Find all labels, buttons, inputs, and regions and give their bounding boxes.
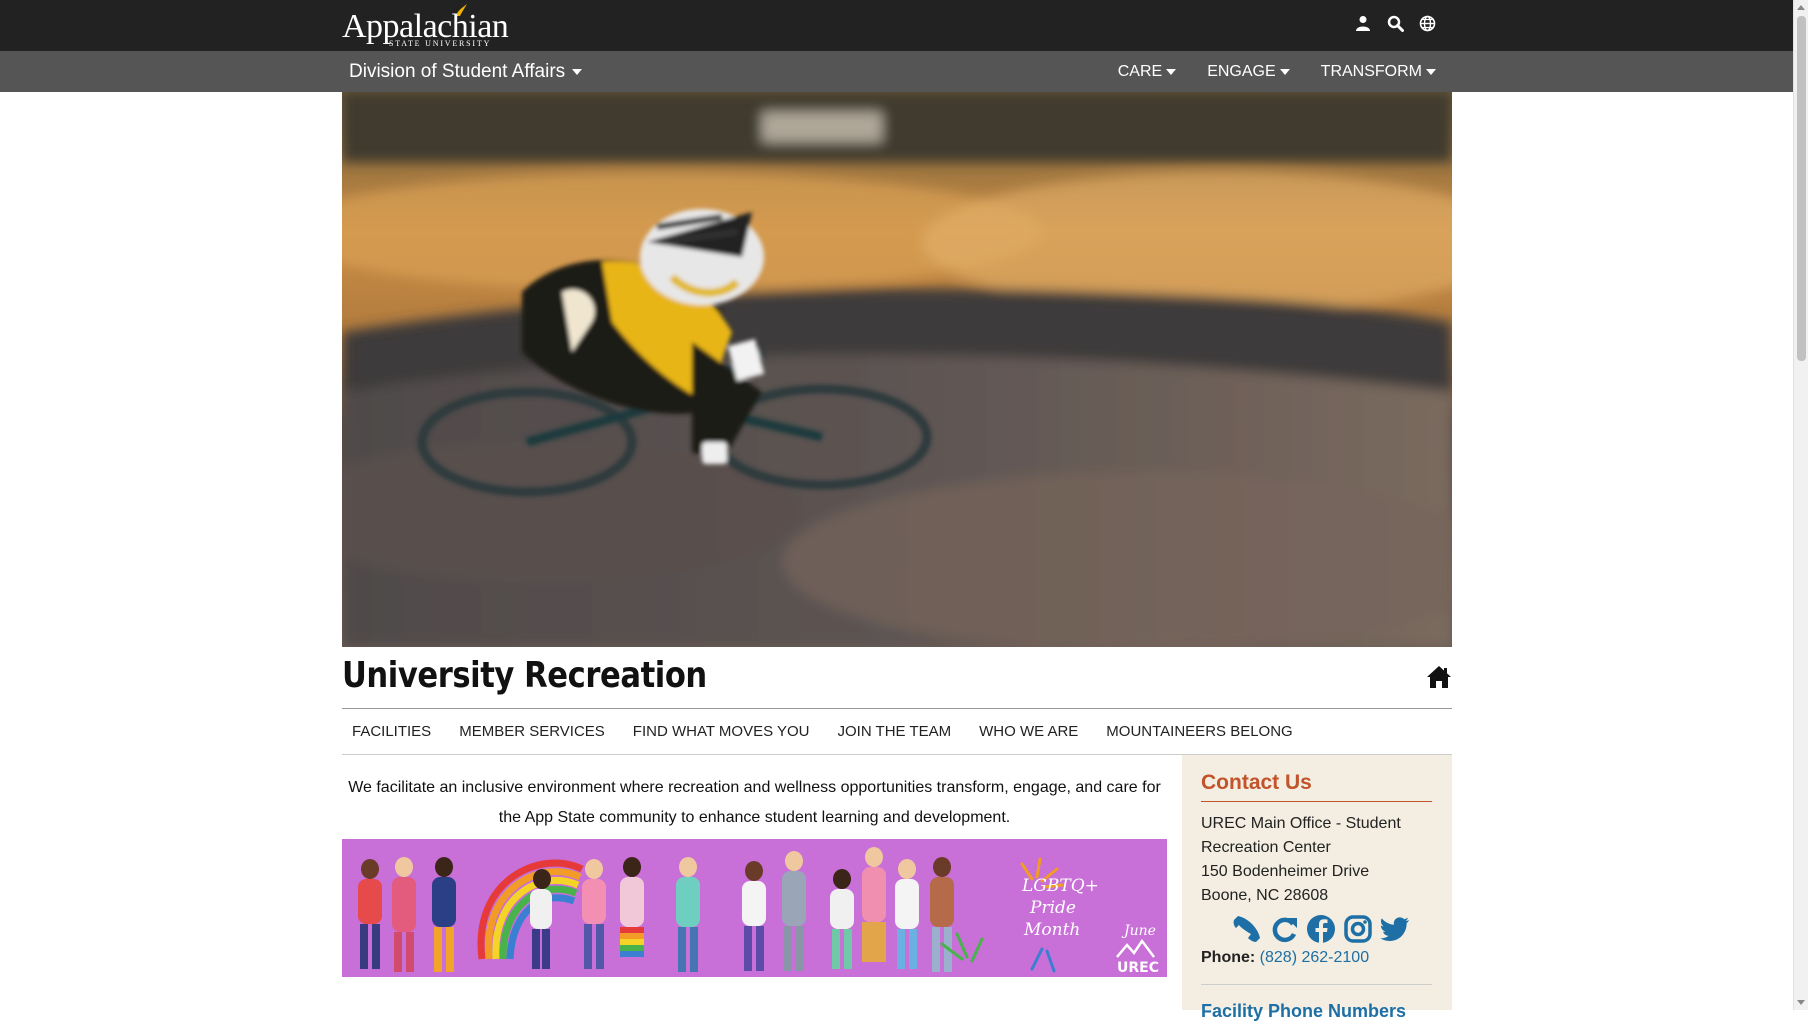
address-line: Boone, NC 28608 [1201,887,1329,904]
subnav-find-what-moves-you[interactable]: FIND WHAT MOVES YOU [633,723,810,740]
nav-item-care[interactable]: CARE [1117,63,1177,81]
subnav-who-we-are[interactable]: WHO WE ARE [979,723,1078,740]
instagram-icon[interactable] [1341,912,1374,946]
primary-nav: CARE ENGAGE TRANSFORM [1118,63,1436,81]
caret-down-icon [572,69,583,75]
contact-phone: Phone: (828) 262-2100 [1201,946,1433,970]
university-logo[interactable]: Appalachian STATE UNIVERSITY [342,4,509,48]
site-title[interactable]: University Recreation [342,655,707,696]
facility-phone-heading[interactable]: Facility Phone Numbers [1201,1001,1433,1022]
phone-link[interactable]: (828) 262-2100 [1260,949,1369,966]
svg-text:LGBTQ+: LGBTQ+ [1021,876,1099,896]
pride-illustration: LGBTQ+ Pride Month June UREC [342,839,1167,977]
page-scrollbar[interactable] [1793,0,1808,1010]
scrollbar-thumb[interactable] [1797,16,1806,361]
nav-item-engage[interactable]: ENGAGE [1207,63,1290,81]
social-links [1201,912,1433,946]
division-menu[interactable]: Division of Student Affairs [349,61,583,83]
home-icon[interactable] [1426,665,1452,689]
nav-item-transform[interactable]: TRANSFORM [1321,63,1436,81]
address-line: Recreation Center [1201,839,1331,856]
logo-subtitle: STATE UNIVERSITY [389,39,492,48]
scroll-up-arrow-icon[interactable] [1797,5,1805,10]
user-icon[interactable] [1353,13,1373,33]
subnav-member-services[interactable]: MEMBER SERVICES [459,723,605,740]
mountain-biker-photo [342,92,1452,647]
mission-statement: We facilitate an inclusive environment w… [348,779,1161,826]
hero-image [342,92,1452,647]
top-bar: Appalachian STATE UNIVERSITY [0,0,1793,51]
main-navbar: Division of Student Affairs CARE ENGAGE … [0,51,1793,92]
address-line: 150 Bodenheimer Drive [1201,863,1370,880]
svg-text:June: June [1121,923,1156,939]
svg-text:Month: Month [1023,920,1080,940]
address-line: UREC Main Office - Student [1201,815,1401,832]
svg-text:UREC: UREC [1117,960,1159,976]
twitter-icon[interactable] [1378,912,1411,946]
scroll-down-arrow-icon[interactable] [1797,1000,1805,1005]
contact-sidebar: Contact Us UREC Main Office - Student Re… [1182,755,1452,1021]
subnav-facilities[interactable]: FACILITIES [352,723,431,740]
division-label: Division of Student Affairs [349,61,566,82]
nav-item-label: TRANSFORM [1320,63,1422,80]
refresh-icon[interactable] [1267,912,1300,946]
phone-icon[interactable] [1230,912,1263,946]
nav-item-label: ENGAGE [1207,63,1276,80]
phone-label: Phone: [1201,949,1256,966]
pride-month-banner[interactable]: LGBTQ+ Pride Month June UREC [342,839,1167,977]
nav-item-label: CARE [1117,63,1163,80]
caret-down-icon [1426,69,1436,75]
contact-heading: Contact Us [1201,771,1432,802]
site-title-row: University Recreation [342,647,1452,709]
search-icon[interactable] [1385,13,1405,33]
globe-icon[interactable] [1417,13,1437,33]
facebook-icon[interactable] [1304,912,1337,946]
utility-icons [1353,13,1437,33]
svg-text:Pride: Pride [1029,898,1076,918]
contact-address: UREC Main Office - Student Recreation Ce… [1201,812,1433,908]
caret-down-icon [1166,69,1177,75]
subnav-join-the-team[interactable]: JOIN THE TEAM [837,723,951,740]
caret-down-icon [1279,69,1290,75]
subnav-mountaineers-belong[interactable]: MOUNTAINEERS BELONG [1106,723,1292,740]
site-subnav: FACILITIES MEMBER SERVICES FIND WHAT MOV… [342,709,1452,755]
sidebar-divider [1201,984,1432,985]
